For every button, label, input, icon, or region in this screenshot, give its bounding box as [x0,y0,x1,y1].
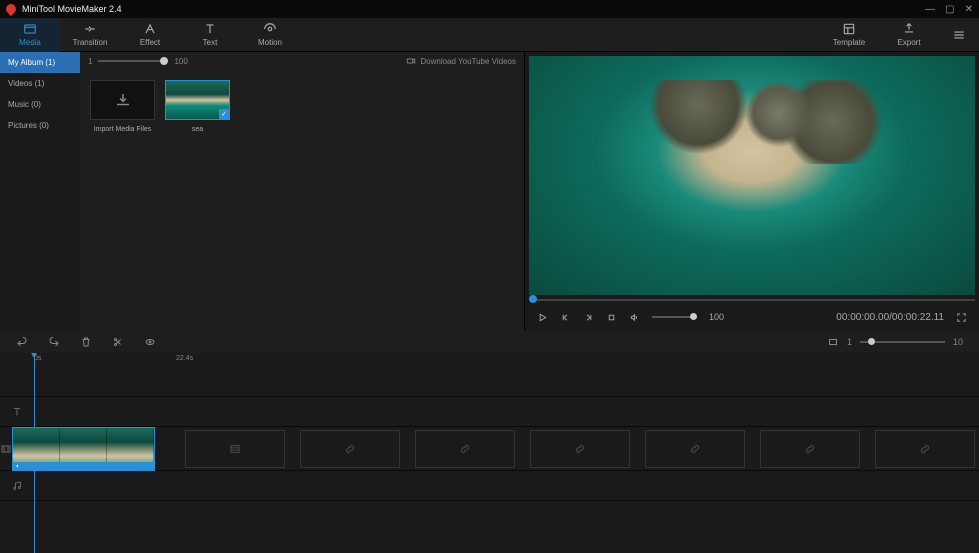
empty-slot[interactable] [300,430,400,468]
hamburger-menu-button[interactable] [939,18,979,52]
empty-slot[interactable] [415,430,515,468]
text-track[interactable] [0,397,979,427]
thumb-size-slider[interactable] [98,60,168,62]
camera-icon [406,56,416,66]
link-icon [343,442,357,456]
thumb-size-max: 100 [174,57,187,66]
audio-track[interactable] [0,471,979,501]
preview-seek-slider[interactable] [529,295,975,307]
export-button[interactable]: Export [879,18,939,52]
volume-value: 100 [709,312,724,322]
titlebar: MiniTool MovieMaker 2.4 — ▢ ✕ [0,0,979,18]
empty-slot[interactable] [185,430,285,468]
spacer-track [0,367,979,397]
delete-button[interactable] [80,336,92,348]
volume-slider[interactable] [652,316,697,318]
video-track-icon [0,443,12,455]
zoom-slider[interactable] [860,341,945,343]
tab-motion[interactable]: Motion [240,18,300,52]
check-icon: ✓ [219,109,229,119]
template-icon [842,22,856,36]
link-icon [458,442,472,456]
fullscreen-button[interactable] [956,312,967,323]
split-button[interactable] [112,336,124,348]
tab-label: Motion [258,38,282,47]
play-button[interactable] [537,312,548,323]
empty-slot[interactable] [875,430,975,468]
maximize-button[interactable]: ▢ [945,4,954,15]
sidebar-item-videos[interactable]: Videos (1) [0,73,80,94]
tab-media[interactable]: Media [0,18,60,52]
window-controls: — ▢ ✕ [925,4,973,15]
download-youtube-button[interactable]: Download YouTube Videos [406,56,516,66]
template-label: Template [833,38,865,47]
media-icon [23,22,37,36]
link-icon [688,442,702,456]
export-label: Export [897,38,920,47]
close-button[interactable]: ✕ [965,4,973,15]
undo-button[interactable] [16,336,28,348]
minimize-button[interactable]: — [925,4,935,15]
volume-icon[interactable] [629,312,640,323]
timeline-clip-sea[interactable] [12,427,155,471]
media-sidebar: My Album (1) Videos (1) Music (0) Pictur… [0,52,80,331]
link-icon [918,442,932,456]
export-icon [902,22,916,36]
zoom-value: 1 [847,337,852,347]
hamburger-icon [952,28,966,42]
empty-slot[interactable] [645,430,745,468]
preview-viewport[interactable] [529,56,975,295]
tab-label: Transition [73,38,108,47]
import-icon [114,91,132,109]
app-title: MiniTool MovieMaker 2.4 [22,4,122,14]
tab-transition[interactable]: Transition [60,18,120,52]
tab-label: Media [19,38,41,47]
media-panel: 1 100 Download YouTube Videos Import Med… [80,52,525,331]
redo-button[interactable] [48,336,60,348]
empty-slot[interactable] [760,430,860,468]
prev-frame-button[interactable] [560,312,571,323]
media-item-sea[interactable]: ✓ sea [165,80,230,133]
sidebar-item-pictures[interactable]: Pictures (0) [0,115,80,136]
sidebar-item-music[interactable]: Music (0) [0,94,80,115]
next-frame-button[interactable] [583,312,594,323]
empty-slot[interactable] [530,430,630,468]
timeline-panel: 1 10 0s 22.4s [0,331,979,551]
preview-panel: 100 00:00:00.00/00:00:22.11 [525,52,979,331]
thumb-size-min: 1 [88,57,92,66]
text-track-icon [11,406,23,418]
link-icon [803,442,817,456]
stop-button[interactable] [606,312,617,323]
preview-time: 00:00:00.00/00:00:22.11 [836,312,944,323]
main-toolbar: Media Transition Effect Text Motion Temp… [0,18,979,52]
sidebar-item-myalbum[interactable]: My Album (1) [0,52,80,73]
tab-effect[interactable]: Effect [120,18,180,52]
video-track[interactable] [0,427,979,471]
film-icon [228,442,242,456]
app-logo-icon [4,2,18,16]
tab-label: Effect [140,38,160,47]
clip-audio-icon [15,463,21,469]
tab-label: Text [203,38,218,47]
fit-button[interactable] [827,336,839,348]
tab-text[interactable]: Text [180,18,240,52]
link-icon [573,442,587,456]
zoom-max: 10 [953,337,963,347]
timeline-ruler[interactable]: 0s 22.4s [0,353,979,367]
transition-icon [83,22,97,36]
music-track-icon [11,480,23,492]
template-button[interactable]: Template [819,18,879,52]
import-media-button[interactable]: Import Media Files [90,80,155,133]
crop-button[interactable] [144,336,156,348]
motion-icon [263,22,277,36]
effect-icon [143,22,157,36]
text-icon [203,22,217,36]
